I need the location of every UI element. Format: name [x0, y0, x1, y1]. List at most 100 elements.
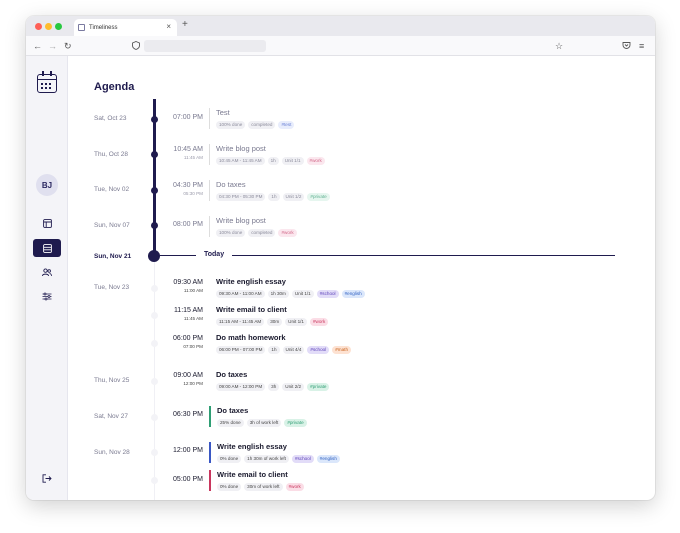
tab-title: Timeliness: [89, 24, 118, 31]
back-icon[interactable]: ←: [33, 40, 42, 52]
calendar-logo-icon[interactable]: [37, 71, 57, 93]
tab-close-icon[interactable]: ×: [166, 22, 171, 31]
address-bar[interactable]: [144, 40, 266, 52]
close-window-button[interactable]: [35, 23, 42, 30]
tag-chip: #work: [278, 229, 297, 237]
browser-window: Timeliness × + ← → ↻ ☆ ≡ BJ Agenda Sat, …: [26, 16, 655, 500]
unit-chip: Unit 1/1: [291, 290, 314, 298]
list-icon: [42, 243, 52, 253]
event-time: 09:00 AM 12:00 PM: [173, 372, 203, 386]
event-chips: 25% done 3h of work left #private: [217, 419, 307, 427]
sidebar-item-people[interactable]: [33, 263, 61, 281]
event-card[interactable]: Write blog post 10:45 AM - 11:45 AM 1h U…: [209, 144, 325, 165]
event-time: 08:00 PM: [173, 221, 203, 228]
progress-chip: 0% done: [217, 455, 242, 463]
task-card[interactable]: Write email to client 0% done 30m of wor…: [209, 470, 304, 491]
minimize-window-button[interactable]: [45, 23, 52, 30]
event-card[interactable]: Do taxes 04:30 PM - 05:30 PM 1h Unit 1/2…: [209, 180, 330, 201]
page-title: Agenda: [94, 81, 135, 93]
tag-chip: #english: [341, 290, 365, 298]
work-left-chip: 3h of work left: [246, 419, 282, 427]
progress-chip: 0% done: [217, 483, 242, 491]
timeline-dot: [151, 285, 158, 292]
event-card[interactable]: Do math homework 06:00 PM - 07:00 PM 1h …: [209, 333, 352, 354]
event-chips: 0% done 1h 30m of work left #school #eng…: [217, 455, 340, 463]
tag-chip: #school: [291, 455, 314, 463]
time-range-chip: 09:30 AM - 11:00 AM: [216, 290, 265, 298]
tag-chip: #work: [306, 157, 325, 165]
time-range-chip: 10:45 AM - 11:45 AM: [216, 157, 265, 165]
tag-chip: #school: [316, 290, 339, 298]
tag-chip: #private: [307, 383, 330, 391]
agenda-view: Agenda Sat, Oct 23 Thu, Oct 28 Tue, Nov …: [68, 56, 655, 500]
reload-icon[interactable]: ↻: [64, 40, 72, 52]
event-chips: 09:30 AM - 11:00 AM 1h 30m Unit 1/1 #sch…: [216, 290, 365, 298]
timeline-dot: [151, 414, 158, 421]
event-time: 06:30 PM: [173, 411, 203, 418]
event-title: Test: [216, 108, 230, 117]
timeline-dot: [151, 477, 158, 484]
tag-chip: #math: [332, 346, 352, 354]
event-chips: 04:30 PM - 05:30 PM 1h Unit 1/2 #private: [216, 193, 330, 201]
event-chips: 11:15 AM - 11:45 AM 30m Unit 1/1 #work: [216, 318, 329, 326]
task-card[interactable]: Write english essay 0% done 1h 30m of wo…: [209, 442, 340, 463]
new-tab-button[interactable]: +: [182, 19, 188, 30]
event-title: Write english essay: [217, 442, 287, 451]
event-time: 06:00 PM 07:00 PM: [173, 335, 203, 349]
duration-chip: 1h: [268, 193, 280, 201]
event-card[interactable]: Do taxes 09:00 AM - 12:00 PM 3h Unit 2/2…: [209, 370, 330, 391]
bookmark-star-icon[interactable]: ☆: [555, 40, 563, 52]
users-icon: [42, 267, 52, 276]
event-title: Do math homework: [216, 333, 286, 342]
date-label: Tue, Nov 23: [94, 284, 130, 291]
event-chips: 0% done 30m of work left #work: [217, 483, 304, 491]
duration-chip: 30m: [267, 318, 283, 326]
layout-icon: [42, 218, 52, 228]
today-divider: [160, 255, 615, 256]
duration-chip: 1h: [268, 346, 280, 354]
date-label: Sat, Nov 27: [94, 413, 128, 420]
event-card[interactable]: Test 100% done completed #test: [209, 108, 295, 129]
sidebar-item-layout[interactable]: [33, 214, 61, 232]
sliders-icon: [42, 292, 52, 300]
maximize-window-button[interactable]: [55, 23, 62, 30]
avatar[interactable]: BJ: [36, 174, 58, 196]
browser-tab[interactable]: Timeliness ×: [74, 19, 177, 36]
status-chip: completed: [248, 121, 276, 129]
event-time: 04:30 PM 05:30 PM: [173, 182, 203, 196]
time-range-chip: 09:00 AM - 12:00 PM: [216, 383, 266, 391]
event-chips: 10:45 AM - 11:45 AM 1h Unit 1/1 #work: [216, 157, 325, 165]
duration-chip: 1h 30m: [267, 290, 289, 298]
timeline-dot: [151, 378, 158, 385]
sidebar-item-settings[interactable]: [33, 287, 61, 305]
timeline-dot: [151, 449, 158, 456]
menu-icon[interactable]: ≡: [639, 40, 644, 52]
event-title: Write english essay: [216, 277, 286, 286]
event-card[interactable]: Write email to client 11:15 AM - 11:45 A…: [209, 305, 329, 326]
event-time: 10:45 AM 11:45 AM: [173, 146, 203, 160]
event-card[interactable]: Write blog post 100% done completed #wor…: [209, 216, 297, 237]
tag-chip: #school: [307, 346, 330, 354]
time-range-chip: 04:30 PM - 05:30 PM: [216, 193, 266, 201]
tag-chip: #work: [285, 483, 304, 491]
progress-chip: 100% done: [216, 229, 246, 237]
event-title: Do taxes: [217, 406, 249, 415]
unit-chip: Unit 1/1: [281, 157, 304, 165]
pocket-icon[interactable]: [622, 41, 631, 50]
date-label: Sat, Oct 23: [94, 115, 127, 122]
duration-chip: 3h: [268, 383, 280, 391]
unit-chip: Unit 1/2: [282, 193, 305, 201]
event-title: Write email to client: [217, 470, 288, 479]
logout-button[interactable]: [33, 469, 61, 487]
event-title: Write email to client: [216, 305, 287, 314]
forward-icon[interactable]: →: [48, 40, 57, 52]
favicon-icon: [78, 24, 85, 31]
shield-icon[interactable]: [132, 41, 140, 50]
event-card[interactable]: Write english essay 09:30 AM - 11:00 AM …: [209, 277, 365, 298]
today-dot: [148, 250, 160, 262]
event-chips: 100% done completed #work: [216, 229, 297, 237]
task-card[interactable]: Do taxes 25% done 3h of work left #priva…: [209, 406, 307, 427]
event-title: Write blog post: [216, 144, 266, 153]
timeline-dot: [151, 340, 158, 347]
sidebar-item-agenda[interactable]: [33, 239, 61, 257]
